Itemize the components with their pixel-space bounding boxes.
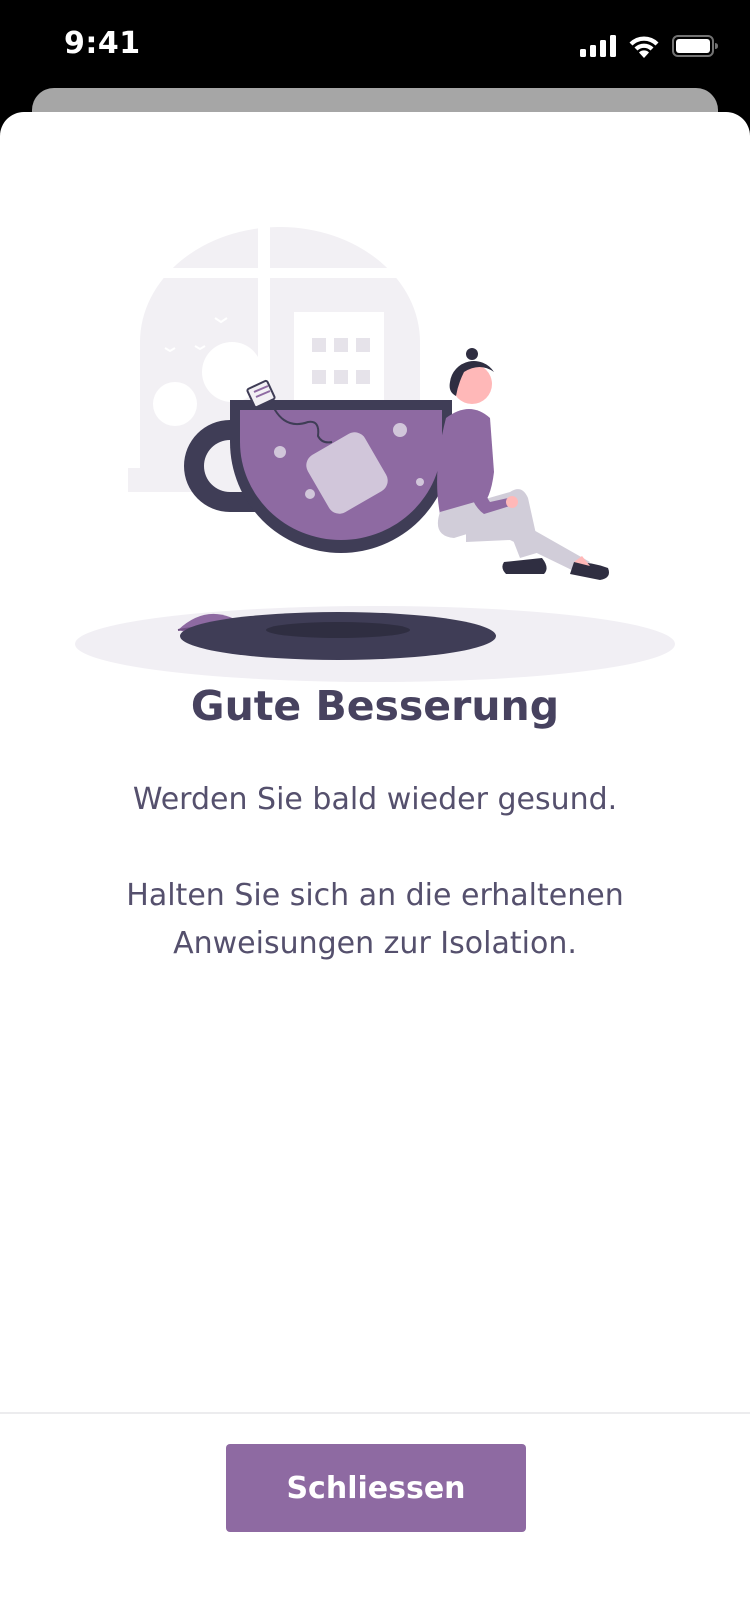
page-title: Gute Besserung bbox=[190, 682, 560, 730]
status-bar: 9:41 bbox=[0, 0, 750, 90]
message-line-recovery: Werden Sie bald wieder gesund. bbox=[132, 782, 618, 817]
wifi-icon bbox=[629, 36, 659, 58]
battery-icon bbox=[672, 35, 718, 57]
footer-divider bbox=[0, 1412, 750, 1414]
cellular-signal-icon bbox=[580, 35, 616, 57]
status-time: 9:41 bbox=[64, 26, 141, 61]
close-button[interactable]: Schliessen bbox=[226, 1444, 526, 1532]
message-body: Werden Sie bald wieder gesund. Halten Si… bbox=[100, 776, 650, 968]
sitting-person bbox=[437, 348, 609, 580]
get-well-illustration bbox=[75, 222, 675, 682]
status-icons bbox=[580, 32, 718, 60]
modal-sheet: Gute Besserung Werden Sie bald wieder ge… bbox=[0, 112, 750, 1624]
message-line-isolation: Halten Sie sich an die erhaltenen Anweis… bbox=[126, 878, 624, 961]
